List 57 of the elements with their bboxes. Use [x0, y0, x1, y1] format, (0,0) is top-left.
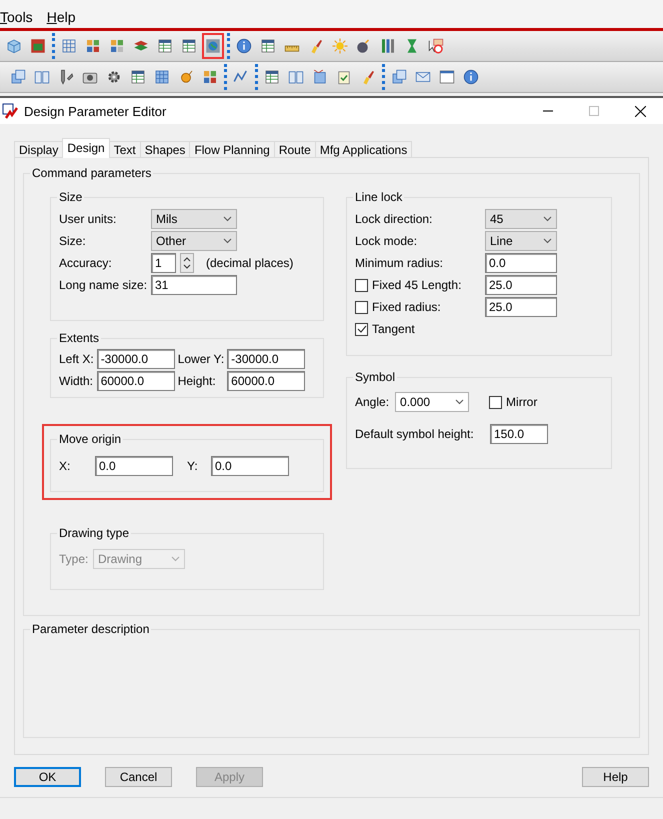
hint-text: (decimal places): [206, 256, 294, 270]
input-field[interactable]: 60000.0: [96, 371, 175, 391]
field-label: Default symbol height:: [355, 427, 475, 441]
group-title: Move origin: [58, 432, 122, 446]
dropdown[interactable]: Other: [151, 231, 237, 251]
tab[interactable]: Design: [62, 138, 110, 158]
input-field[interactable]: 25.0: [485, 275, 557, 295]
field-label: Width:: [59, 374, 94, 388]
field-label: Angle:: [355, 395, 390, 409]
checkbox-label: Fixed radius:: [372, 300, 441, 314]
dropdown[interactable]: 0.000: [395, 392, 470, 412]
field-label: Lock direction:: [355, 212, 434, 226]
tab[interactable]: Shapes: [140, 141, 190, 158]
field-label: Long name size:: [59, 278, 145, 292]
input-field[interactable]: 0.0: [211, 456, 289, 476]
tab[interactable]: Flow Planning: [189, 141, 275, 158]
input-field[interactable]: 150.0: [490, 424, 548, 444]
tab[interactable]: Mfg Applications: [314, 141, 412, 158]
menu-item[interactable]: Tools: [0, 9, 33, 26]
dialog-button[interactable]: OK: [14, 767, 81, 787]
field-label: Minimum radius:: [355, 256, 444, 270]
group-title: Extents: [58, 331, 100, 345]
checkbox-label: Fixed 45 Length:: [372, 278, 462, 292]
window-title: Design Parameter Editor: [24, 104, 168, 118]
group-title: Parameter description: [31, 622, 150, 636]
input-field[interactable]: 60000.0: [227, 371, 306, 391]
checkbox-label: Mirror: [506, 395, 538, 409]
dropdown[interactable]: 45: [485, 209, 557, 229]
field-label: Size:: [59, 234, 87, 248]
field-label: Height:: [178, 374, 217, 388]
field-label: Lower Y:: [178, 352, 224, 366]
field-label: User units:: [59, 212, 118, 226]
input-field[interactable]: 25.0: [485, 297, 557, 317]
field-label: Y:: [187, 459, 197, 473]
group-title: Drawing type: [58, 526, 130, 540]
menu-item[interactable]: Help: [46, 9, 76, 26]
group-title: Size: [58, 190, 84, 204]
input-field[interactable]: 0.0: [485, 253, 557, 273]
field-label: Left X:: [59, 352, 94, 366]
input-field[interactable]: 1: [151, 253, 176, 273]
input-field[interactable]: -30000.0: [227, 349, 306, 369]
input-field[interactable]: -30000.0: [96, 349, 175, 369]
field-label: Type:: [59, 552, 87, 566]
checkbox-label: Tangent: [372, 322, 415, 336]
dialog-button[interactable]: Help: [582, 767, 649, 787]
group-title: Command parameters: [31, 166, 152, 180]
dialog-button[interactable]: Cancel: [105, 767, 172, 787]
group-title: Symbol: [354, 370, 396, 384]
field-label: Accuracy:: [59, 256, 113, 270]
dropdown[interactable]: Mils: [151, 209, 237, 229]
input-field[interactable]: 0.0: [95, 456, 173, 476]
input-field[interactable]: 31: [151, 275, 237, 295]
field-label: Lock mode:: [355, 234, 418, 248]
group-title: Line lock: [354, 190, 404, 204]
tab[interactable]: Display: [14, 141, 64, 158]
dropdown[interactable]: Line: [485, 231, 557, 251]
field-label: X:: [59, 459, 72, 473]
